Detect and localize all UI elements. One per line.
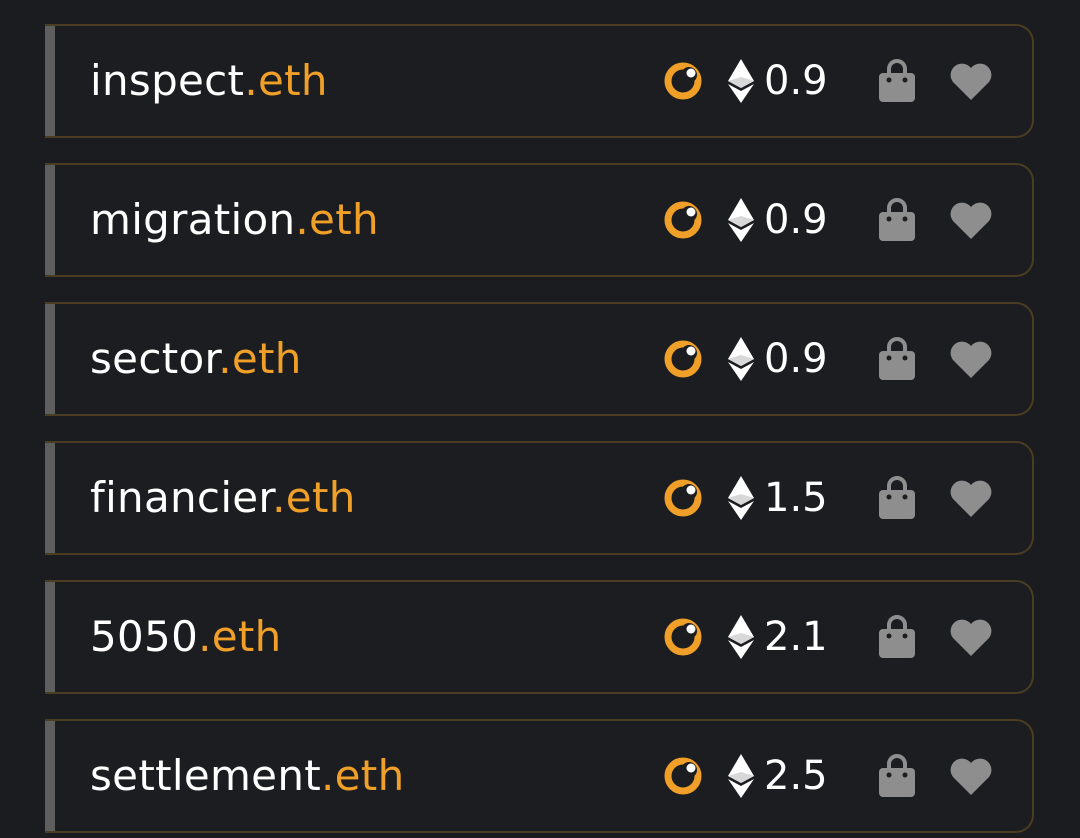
domain-price: 0.9 [764,336,828,382]
domain-actions: 0.9 [662,165,994,275]
row-accent-bar [45,721,55,831]
domain-tld: .eth [321,751,405,800]
domain-price: 2.5 [764,753,828,799]
domain-name[interactable]: sector.eth [90,304,302,414]
heart-icon[interactable] [948,755,994,797]
domain-label: inspect [90,56,245,105]
ethereum-icon [728,615,754,659]
domain-actions: 0.9 [662,26,994,136]
heart-icon[interactable] [948,60,994,102]
heart-icon[interactable] [948,199,994,241]
marketplace-icon[interactable] [662,755,704,797]
domain-label: migration [90,195,296,244]
domain-price: 0.9 [764,197,828,243]
domain-actions: 2.5 [662,721,994,831]
domain-name[interactable]: financier.eth [90,443,356,553]
domain-price: 0.9 [764,58,828,104]
domain-price: 1.5 [764,475,828,521]
domain-tld: .eth [218,334,302,383]
domain-row[interactable]: migration.eth 0.9 [45,163,1034,277]
marketplace-icon[interactable] [662,616,704,658]
domain-name[interactable]: migration.eth [90,165,379,275]
domain-row[interactable]: 5050.eth 2.1 [45,580,1034,694]
domain-row[interactable]: sector.eth 0.9 [45,302,1034,416]
shopping-bag-icon[interactable] [876,475,918,521]
ethereum-icon [728,754,754,798]
domain-list: inspect.eth 0.9 migration.eth 0.9 sector… [0,0,1080,838]
domain-label: sector [90,334,219,383]
domain-row[interactable]: financier.eth 1.5 [45,441,1034,555]
domain-label: settlement [90,751,322,800]
domain-tld: .eth [272,473,356,522]
domain-actions: 1.5 [662,443,994,553]
domain-tld: .eth [295,195,379,244]
marketplace-icon[interactable] [662,338,704,380]
domain-name[interactable]: settlement.eth [90,721,405,831]
marketplace-icon[interactable] [662,199,704,241]
shopping-bag-icon[interactable] [876,336,918,382]
domain-label: 5050 [90,612,199,661]
domain-label: financier [90,473,273,522]
ethereum-icon [728,59,754,103]
heart-icon[interactable] [948,477,994,519]
row-accent-bar [45,582,55,692]
marketplace-icon[interactable] [662,60,704,102]
domain-name[interactable]: 5050.eth [90,582,282,692]
domain-actions: 0.9 [662,304,994,414]
ethereum-icon [728,198,754,242]
domain-row[interactable]: inspect.eth 0.9 [45,24,1034,138]
row-accent-bar [45,26,55,136]
domain-price: 2.1 [764,614,828,660]
marketplace-icon[interactable] [662,477,704,519]
row-accent-bar [45,443,55,553]
ethereum-icon [728,476,754,520]
heart-icon[interactable] [948,338,994,380]
domain-row[interactable]: settlement.eth 2.5 [45,719,1034,833]
domain-actions: 2.1 [662,582,994,692]
shopping-bag-icon[interactable] [876,614,918,660]
shopping-bag-icon[interactable] [876,197,918,243]
shopping-bag-icon[interactable] [876,753,918,799]
heart-icon[interactable] [948,616,994,658]
domain-tld: .eth [198,612,282,661]
domain-tld: .eth [244,56,328,105]
row-accent-bar [45,304,55,414]
row-accent-bar [45,165,55,275]
ethereum-icon [728,337,754,381]
domain-name[interactable]: inspect.eth [90,26,328,136]
shopping-bag-icon[interactable] [876,58,918,104]
